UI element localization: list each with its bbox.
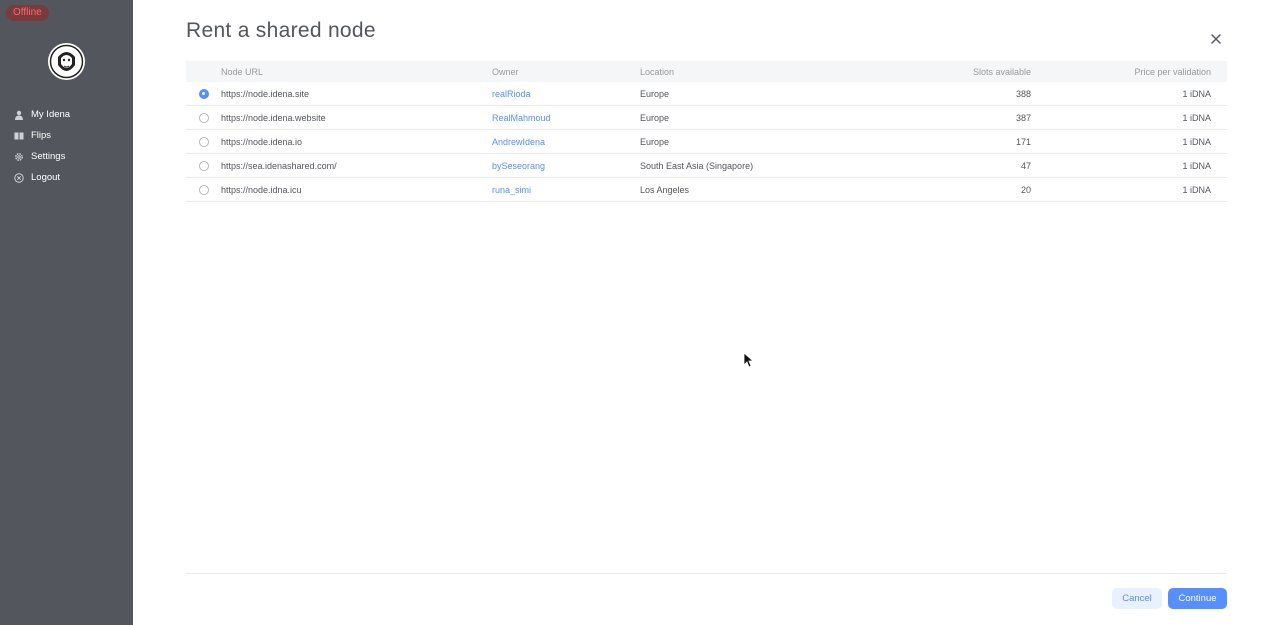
table-row[interactable]: https://node.idena.io AndrewIdena Europe… — [186, 130, 1227, 154]
rent-node-dialog: Rent a shared node Node URL Owner Locati… — [133, 0, 1280, 625]
node-location: South East Asia (Singapore) — [640, 160, 754, 171]
idena-logo-icon — [49, 44, 84, 79]
node-price: 1 iDNA — [1182, 88, 1211, 99]
header-node-url: Node URL — [221, 66, 264, 77]
sidebar: Offline My Idena Flips Settings Logout — [0, 0, 133, 625]
node-location: Los Angeles — [640, 184, 690, 195]
close-icon — [1211, 34, 1221, 44]
table-row[interactable]: https://sea.idenashared.com/ bySeseorang… — [186, 154, 1227, 178]
sidebar-item-flips[interactable]: Flips — [0, 125, 133, 146]
node-radio[interactable] — [198, 160, 209, 171]
header-location: Location — [640, 66, 675, 77]
node-radio[interactable] — [198, 136, 209, 147]
node-slots: 387 — [1015, 112, 1031, 123]
sidebar-item-logout[interactable]: Logout — [0, 167, 133, 188]
node-slots: 171 — [1015, 136, 1031, 147]
header-slots: Slots available — [972, 66, 1031, 77]
node-url: https://node.idena.website — [221, 112, 326, 123]
table-row[interactable]: https://node.idna.icu runa_simi Los Ange… — [186, 178, 1227, 202]
node-price: 1 iDNA — [1182, 136, 1211, 147]
sidebar-item-my-idena[interactable]: My Idena — [0, 104, 133, 125]
avatar — [48, 43, 85, 80]
close-button[interactable] — [1209, 32, 1223, 46]
continue-button[interactable]: Continue — [1168, 588, 1227, 609]
connection-status-badge: Offline — [6, 5, 49, 21]
owner-link[interactable]: AndrewIdena — [492, 137, 545, 147]
node-location: Europe — [640, 112, 670, 123]
mouse-cursor-icon — [743, 352, 753, 368]
footer-divider — [186, 573, 1227, 574]
node-url: https://node.idena.site — [221, 88, 310, 99]
node-price: 1 iDNA — [1182, 184, 1211, 195]
node-radio[interactable] — [198, 184, 209, 195]
owner-link[interactable]: bySeseorang — [492, 161, 545, 171]
nodes-table: Node URL Owner Location Slots available … — [186, 61, 1227, 202]
node-slots: 20 — [1020, 184, 1031, 195]
node-price: 1 iDNA — [1182, 160, 1211, 171]
cancel-button[interactable]: Cancel — [1112, 588, 1162, 609]
dialog-title: Rent a shared node — [186, 19, 376, 42]
node-url: https://node.idna.icu — [221, 184, 302, 195]
owner-link[interactable]: RealMahmoud — [492, 113, 551, 123]
sidebar-item-label: Flips — [31, 130, 52, 141]
sidebar-item-settings[interactable]: Settings — [0, 146, 133, 167]
node-slots: 47 — [1020, 160, 1031, 171]
table-header: Node URL Owner Location Slots available … — [186, 61, 1227, 82]
user-icon — [14, 110, 24, 120]
owner-link[interactable]: runa_simi — [492, 185, 531, 195]
node-url: https://node.idena.io — [221, 136, 303, 147]
sidebar-item-label: Settings — [31, 151, 66, 162]
sidebar-item-label: My Idena — [31, 109, 71, 120]
node-radio[interactable] — [198, 88, 209, 99]
flips-icon — [14, 131, 24, 141]
table-row[interactable]: https://node.idena.website RealMahmoud E… — [186, 106, 1227, 130]
node-radio[interactable] — [198, 112, 209, 123]
node-location: Europe — [640, 136, 670, 147]
header-owner: Owner — [492, 66, 519, 77]
gear-icon — [14, 152, 24, 162]
logout-icon — [14, 172, 24, 183]
sidebar-nav: My Idena Flips Settings Logout — [0, 104, 133, 188]
node-location: Europe — [640, 88, 670, 99]
header-price: Price per validation — [1134, 66, 1211, 77]
table-row[interactable]: https://node.idena.site realRioda Europe… — [186, 82, 1227, 106]
sidebar-item-label: Logout — [31, 172, 61, 183]
node-price: 1 iDNA — [1182, 112, 1211, 123]
node-url: https://sea.idenashared.com/ — [221, 160, 337, 171]
node-slots: 388 — [1015, 88, 1031, 99]
owner-link[interactable]: realRioda — [492, 89, 531, 99]
